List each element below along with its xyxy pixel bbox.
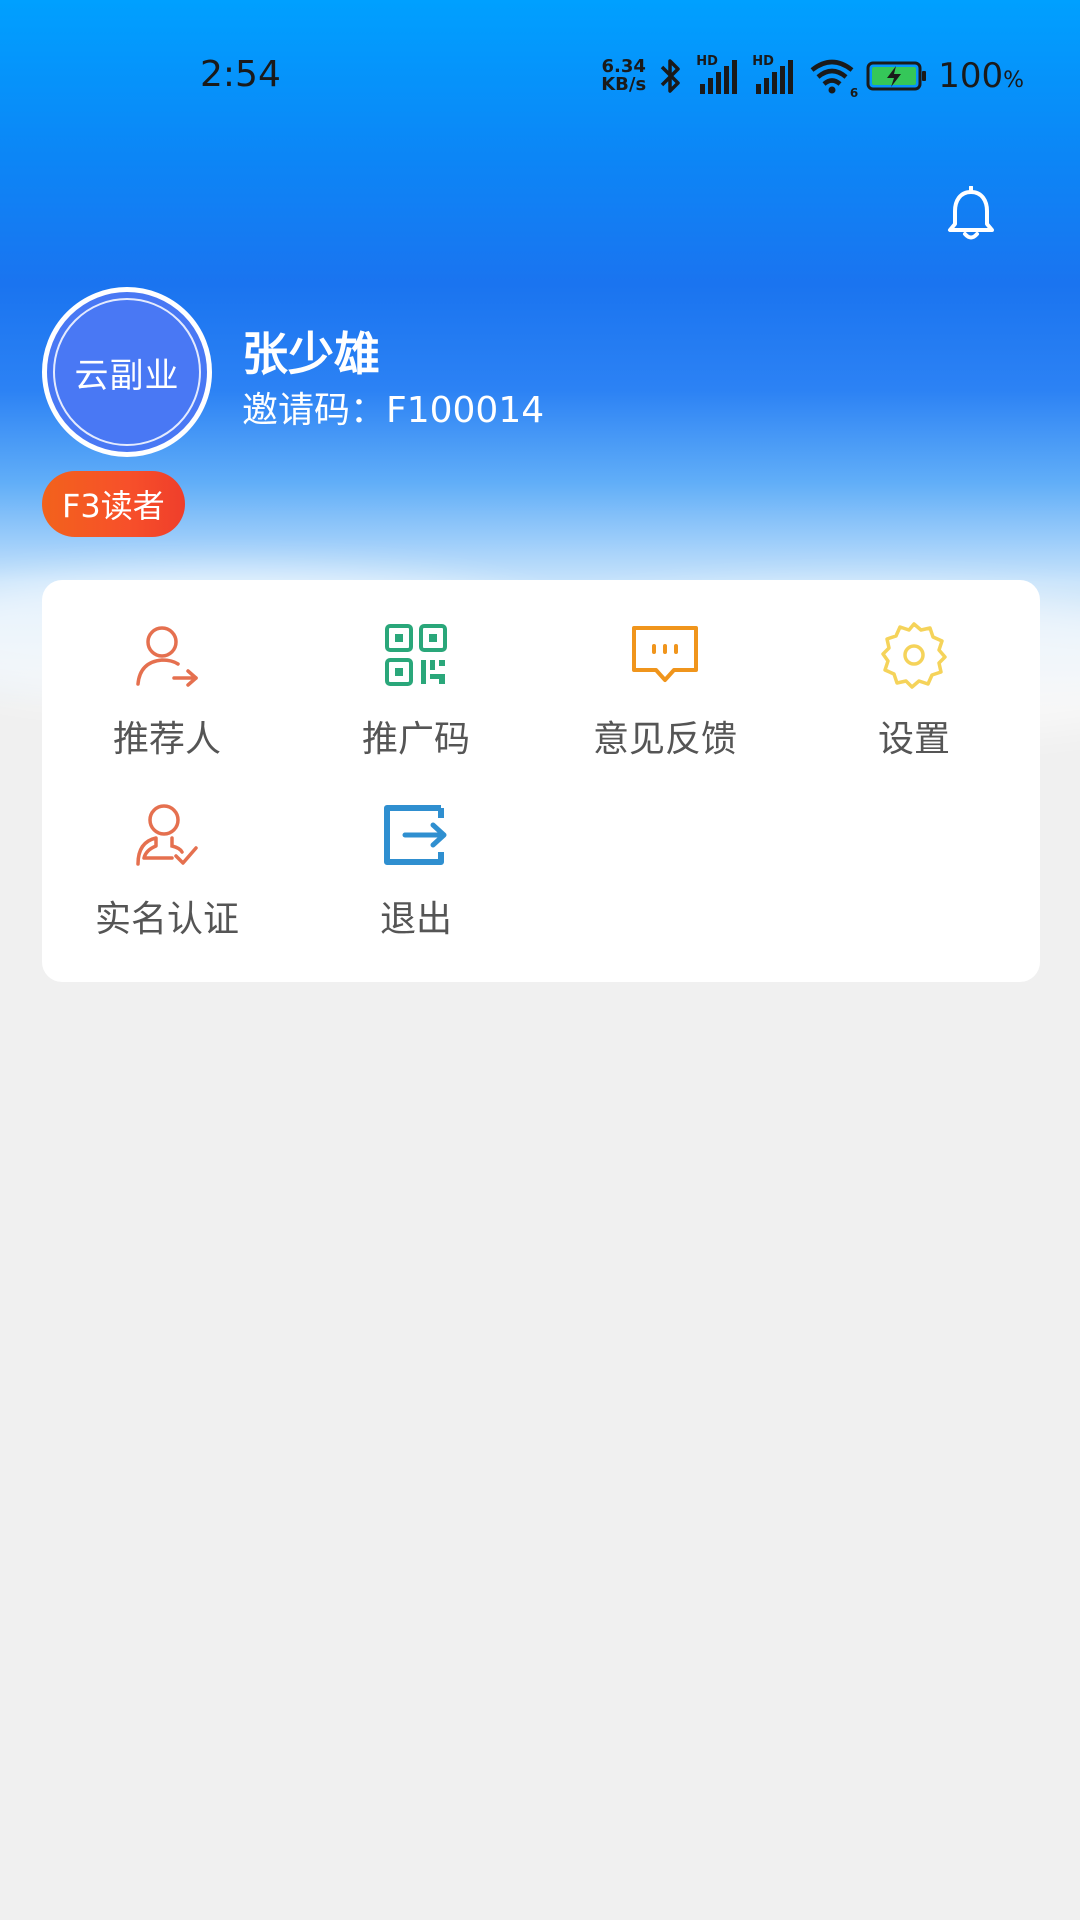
battery-value: 100 [938,56,1004,96]
menu-label-logout: 退出 [379,899,452,940]
referrer-icon [136,626,198,687]
menu-card: 推荐人 推广码 意见反馈 设置 实名认证 退出 [42,580,1040,982]
status-bar: 2:54 6.34 KB/s HD HD 6 100% [0,40,1080,110]
status-time: 2:54 [200,54,281,95]
menu-item-settings[interactable]: 设置 [789,580,1039,760]
wifi-icon: 6 [808,56,858,100]
bell-icon[interactable] [946,186,996,244]
feedback-chat-icon [632,626,698,682]
battery-percent: 100% [938,56,1024,96]
invite-code-row: 邀请码：F100014 [242,381,544,433]
invite-code-label: 邀请码： [242,390,387,431]
menu-item-referrer[interactable]: 推荐人 [42,580,292,760]
menu-label-settings: 设置 [877,719,950,760]
invite-code-value: F100014 [386,390,545,431]
menu-item-feedback[interactable]: 意见反馈 [540,580,790,760]
battery-charging-icon [866,61,927,91]
menu-item-promo-code[interactable]: 推广码 [291,580,541,760]
user-name: 张少雄 [242,327,380,381]
level-badge: F3读者 [42,471,185,537]
wifi-sub-label: 6 [849,86,859,100]
logout-icon [384,805,447,865]
signal-icon-2: HD [752,54,798,96]
status-icons: 6.34 KB/s HD HD 6 100% [601,54,1024,100]
menu-item-logout[interactable]: 退出 [291,760,541,940]
menu-label-referrer: 推荐人 [112,719,221,760]
menu-label-real-name-verification: 实名认证 [94,899,239,940]
menu-label-feedback: 意见反馈 [592,719,737,760]
menu-label-promo-code: 推广码 [361,719,470,760]
network-speed-unit: KB/s [601,74,647,95]
gear-icon [881,622,947,689]
avatar-logo: 云副业 [53,298,201,446]
profile-page: 2:54 6.34 KB/s HD HD 6 100% 云副业 张少雄 邀请码：… [0,0,1080,1920]
signal-icon: HD [696,54,742,96]
battery-unit: % [1003,68,1024,93]
menu-item-real-name-verification[interactable]: 实名认证 [42,760,292,940]
network-speed: 6.34 KB/s [601,58,646,94]
qr-code-icon [385,624,447,686]
verified-user-icon [136,804,198,866]
avatar[interactable]: 云副业 [42,287,212,457]
bluetooth-icon [660,59,680,93]
